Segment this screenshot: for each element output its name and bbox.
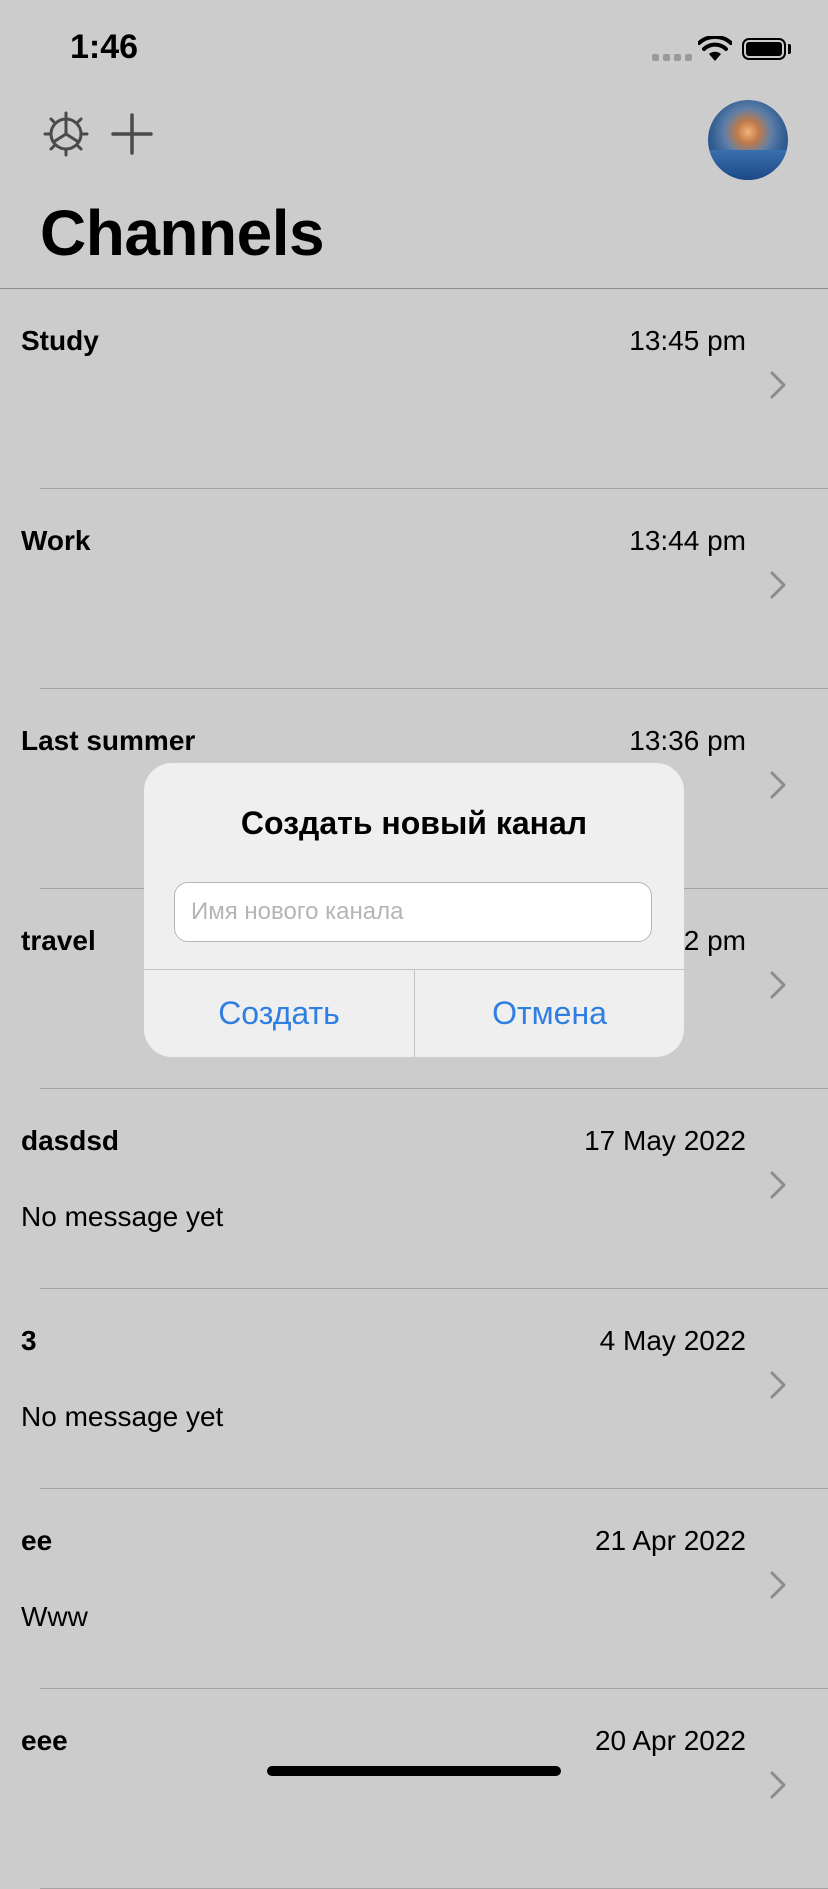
create-button[interactable]: Создать <box>144 970 414 1057</box>
channel-list: Study 13:45 pm Work 13:44 pm Last summer… <box>0 289 828 1889</box>
channel-name: dasdsd <box>21 1125 120 1156</box>
channel-row[interactable]: eee 20 Apr 2022 <box>0 1689 828 1889</box>
channel-date: 20 Apr 2022 <box>594 1725 746 1756</box>
chevron-right-icon <box>770 971 786 999</box>
channel-name: Last summer <box>21 725 196 756</box>
chevron-right-icon <box>770 1371 786 1399</box>
chevron-right-icon <box>770 371 786 399</box>
channel-date: 21 Apr 2022 <box>594 1525 746 1556</box>
chevron-right-icon <box>770 571 786 599</box>
channel-row[interactable]: 3 4 May 2022 No message yet <box>0 1289 828 1489</box>
channel-date: 13:45 pm <box>629 325 746 356</box>
plus-icon[interactable] <box>108 110 156 158</box>
channel-name: eee <box>21 1725 68 1756</box>
avatar[interactable] <box>708 100 788 180</box>
channel-row[interactable]: ee 21 Apr 2022 Www <box>0 1489 828 1689</box>
channel-row[interactable]: Work 13:44 pm <box>0 489 828 689</box>
navigation-bar: Channels <box>0 96 828 289</box>
wifi-icon <box>698 36 732 61</box>
status-time: 1:46 <box>70 28 139 66</box>
channel-date: 13:36 pm <box>629 725 746 756</box>
channel-row[interactable]: Study 13:45 pm <box>0 289 828 489</box>
channel-date: 13:44 pm <box>629 525 746 556</box>
cellular-signal-icon <box>652 54 692 61</box>
home-indicator[interactable] <box>267 1766 561 1776</box>
status-bar: 1:46 <box>0 0 828 96</box>
channel-name: Work <box>21 525 91 556</box>
channel-last-message: No message yet <box>21 1401 224 1432</box>
channel-date: 17 May 2022 <box>584 1125 746 1156</box>
chevron-right-icon <box>770 1571 786 1599</box>
channel-name: travel <box>21 925 96 956</box>
cancel-button[interactable]: Отмена <box>415 970 684 1057</box>
page-title: Channels <box>40 197 325 269</box>
channel-date: 4 May 2022 <box>599 1325 746 1356</box>
channel-name: ee <box>21 1525 53 1556</box>
channel-row[interactable]: dasdsd 17 May 2022 No message yet <box>0 1089 828 1289</box>
chevron-right-icon <box>770 1171 786 1199</box>
gear-icon[interactable] <box>42 110 90 158</box>
channel-last-message: No message yet <box>21 1201 224 1232</box>
chevron-right-icon <box>770 1771 786 1799</box>
battery-icon <box>742 38 786 60</box>
channel-name: Study <box>21 325 99 356</box>
create-channel-dialog: Создать новый канал Создать Отмена <box>144 763 684 1057</box>
channel-name-input[interactable] <box>174 882 652 942</box>
channel-name: 3 <box>21 1325 37 1356</box>
dialog-title: Создать новый канал <box>240 805 588 841</box>
channel-last-message: Www <box>21 1601 88 1632</box>
chevron-right-icon <box>770 771 786 799</box>
